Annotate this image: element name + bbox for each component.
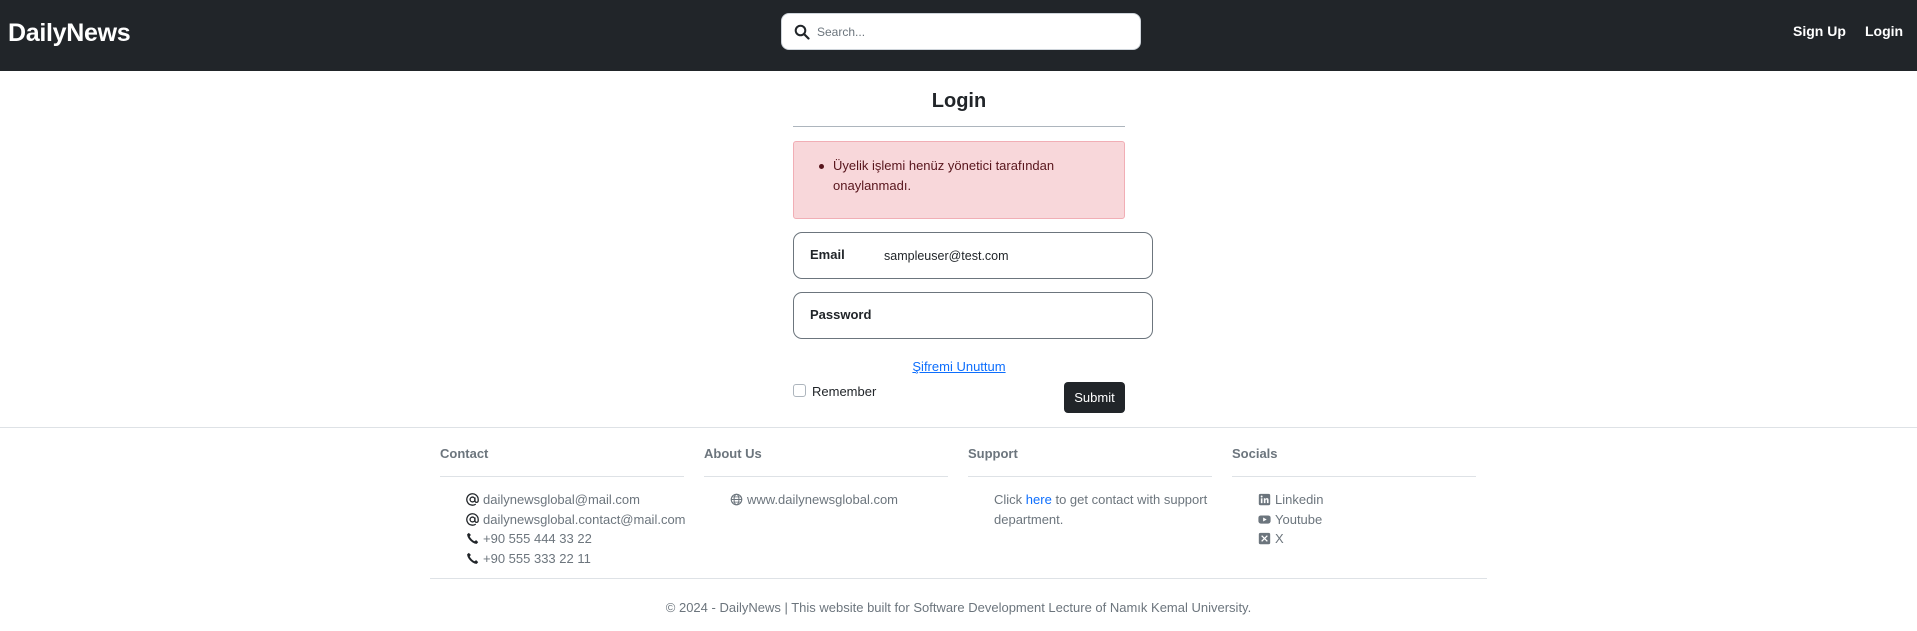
remember-label[interactable]: Remember	[812, 384, 876, 399]
submit-button[interactable]: Submit	[1064, 382, 1125, 413]
x-link[interactable]: X	[1275, 529, 1284, 549]
phone-icon	[467, 533, 479, 545]
search-box[interactable]	[781, 13, 1141, 50]
search-input[interactable]	[817, 20, 1127, 44]
social-item[interactable]: X	[1258, 529, 1323, 549]
at-icon	[466, 493, 479, 507]
x-icon	[1258, 533, 1271, 545]
title-divider	[793, 126, 1125, 127]
email-field[interactable]: Email	[793, 232, 1153, 279]
error-alert: Üyelik işlemi henüz yönetici tarafından …	[793, 141, 1125, 219]
footer-divider	[0, 427, 1917, 428]
about-heading: About Us	[704, 446, 762, 461]
globe-icon	[730, 493, 743, 506]
support-divider	[968, 476, 1212, 477]
support-heading: Support	[968, 446, 1018, 461]
at-icon	[466, 512, 479, 526]
footer-about: About Us www.dailynewsglobal.com	[704, 446, 948, 507]
linkedin-link[interactable]: Linkedin	[1275, 490, 1323, 510]
contact-divider	[440, 476, 684, 477]
page-title: Login	[931, 90, 987, 112]
linkedin-icon	[1258, 494, 1271, 506]
footer-contact: Contact dailynewsglobal@mail.com dailyne…	[440, 446, 686, 566]
youtube-link[interactable]: Youtube	[1275, 510, 1322, 530]
contact-item: dailynewsglobal.contact@mail.com	[466, 510, 686, 530]
social-item[interactable]: Linkedin	[1258, 490, 1323, 510]
socials-heading: Socials	[1232, 446, 1278, 461]
about-item: www.dailynewsglobal.com	[730, 490, 898, 510]
about-divider	[704, 476, 948, 477]
support-here-link[interactable]: here	[1026, 492, 1052, 507]
alert-bullet-icon	[819, 164, 824, 169]
footer-bottom-divider	[430, 578, 1487, 579]
socials-list: Linkedin Youtube X	[1258, 490, 1323, 549]
copyright-text: © 2024 - DailyNews | This website built …	[665, 600, 1252, 615]
contact-phone-1: +90 555 444 33 22	[483, 531, 592, 546]
contact-phone-2: +90 555 333 22 11	[483, 550, 591, 566]
contact-item: +90 555 333 22 11	[466, 549, 686, 569]
search-icon	[794, 24, 810, 40]
password-label: Password	[810, 307, 872, 322]
nav-login-link[interactable]: Login	[1865, 23, 1903, 39]
nav-signup-link[interactable]: Sign Up	[1793, 23, 1846, 39]
contact-list: dailynewsglobal@mail.com dailynewsglobal…	[466, 490, 686, 568]
contact-item: +90 555 444 33 22	[466, 529, 686, 549]
navbar: DailyNews Sign Up Login	[0, 0, 1917, 71]
password-input[interactable]	[884, 305, 1139, 327]
contact-heading: Contact	[440, 446, 489, 461]
alert-message: Üyelik işlemi henüz yönetici tarafından …	[833, 158, 1055, 193]
website-link[interactable]: www.dailynewsglobal.com	[747, 490, 898, 510]
footer-socials: Socials Linkedin Youtube X	[1232, 446, 1476, 546]
footer-support: Support Click here to get contact with s…	[968, 446, 1212, 527]
about-list: www.dailynewsglobal.com	[730, 490, 898, 510]
youtube-icon	[1258, 515, 1271, 524]
social-item[interactable]: Youtube	[1258, 510, 1323, 530]
support-text-before: Click	[994, 492, 1023, 507]
email-label: Email	[810, 247, 845, 262]
forgot-password-link[interactable]: Şifremi Unuttum	[793, 359, 1125, 374]
socials-divider	[1232, 476, 1476, 477]
contact-email-1: dailynewsglobal@mail.com	[483, 492, 640, 507]
contact-email-2: dailynewsglobal.contact@mail.com	[483, 511, 686, 527]
remember-checkbox[interactable]	[793, 384, 806, 397]
contact-item: dailynewsglobal@mail.com	[466, 490, 686, 510]
password-field[interactable]: Password	[793, 292, 1153, 339]
brand-logo[interactable]: DailyNews	[8, 19, 131, 48]
phone-icon	[467, 552, 479, 564]
email-input[interactable]	[884, 245, 1139, 267]
support-text: Click here to get contact with support d…	[994, 490, 1214, 529]
